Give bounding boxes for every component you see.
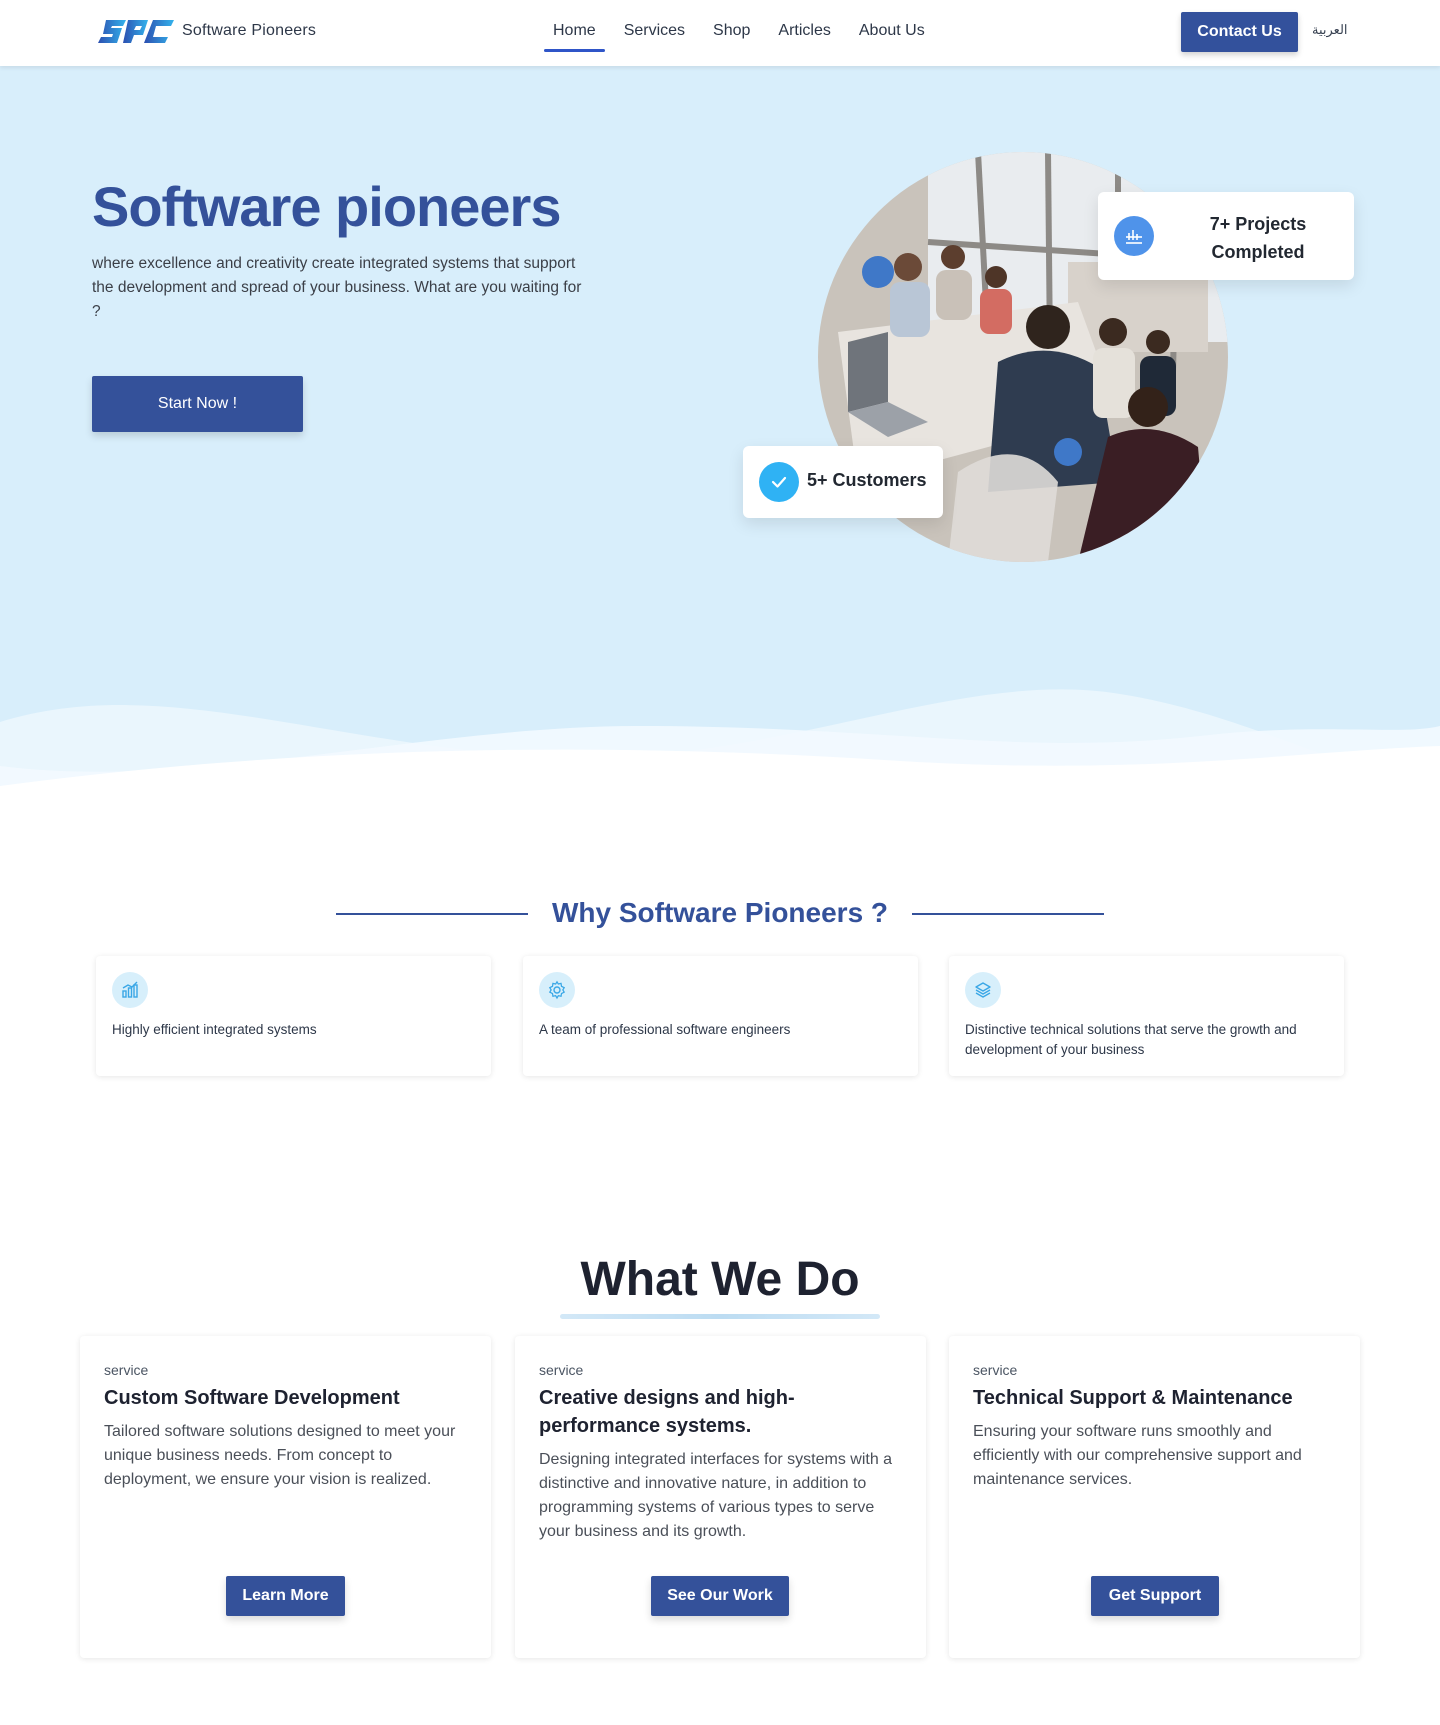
what-we-do-underline bbox=[560, 1314, 880, 1319]
service-card: service Custom Software Development Tail… bbox=[80, 1336, 491, 1658]
get-support-button[interactable]: Get Support bbox=[1091, 1576, 1219, 1616]
main-nav: Home Services Shop Articles About Us bbox=[544, 0, 944, 66]
language-switch-link[interactable]: العربية bbox=[1312, 22, 1348, 38]
service-card: service Creative designs and high-perfor… bbox=[515, 1336, 926, 1658]
what-we-do-title: What We Do bbox=[580, 1253, 860, 1306]
customers-stat-text: 5+ Customers bbox=[807, 470, 927, 490]
projects-stat-card: 7+ Projects Completed bbox=[1098, 192, 1354, 280]
gear-icon bbox=[539, 972, 575, 1008]
customers-stat-card: 5+ Customers bbox=[743, 446, 943, 518]
start-now-button[interactable]: Start Now ! bbox=[92, 376, 303, 432]
feature-card: Highly efficient integrated systems bbox=[96, 956, 491, 1076]
feature-text: A team of professional software engineer… bbox=[539, 1022, 791, 1037]
hero-description: where excellence and creativity create i… bbox=[92, 255, 582, 320]
checkmark-icon bbox=[759, 462, 799, 502]
service-card: service Technical Support & Maintenance … bbox=[949, 1336, 1360, 1658]
layers-icon bbox=[965, 972, 1001, 1008]
why-title-right-rule bbox=[912, 913, 1104, 915]
nav-link-about-us[interactable]: About Us bbox=[850, 0, 934, 52]
service-description: Designing integrated interfaces for syst… bbox=[539, 1451, 893, 1540]
nav-link-articles[interactable]: Articles bbox=[769, 0, 839, 52]
hero-title: Software pioneers bbox=[92, 175, 561, 238]
feature-card: A team of professional software engineer… bbox=[523, 956, 918, 1076]
spc-logo[interactable] bbox=[98, 16, 174, 47]
why-section-title: Why Software Pioneers ? bbox=[551, 897, 889, 928]
hero-wave-divider bbox=[0, 689, 1440, 786]
service-title: Custom Software Development bbox=[104, 1387, 400, 1409]
chart-icon bbox=[112, 972, 148, 1008]
nav-link-shop[interactable]: Shop bbox=[704, 0, 759, 52]
chart-icon bbox=[1114, 216, 1154, 256]
service-kicker: service bbox=[104, 1362, 149, 1378]
brand-name[interactable]: Software Pioneers bbox=[182, 22, 316, 40]
top-navbar: Software Pioneers Home Services Shop Art… bbox=[0, 0, 1440, 66]
learn-more-button[interactable]: Learn More bbox=[226, 1576, 345, 1616]
service-description: Ensuring your software runs smoothly and… bbox=[973, 1423, 1302, 1488]
projects-stat-text: 7+ Projects Completed bbox=[1209, 214, 1307, 262]
contact-us-button[interactable]: Contact Us bbox=[1181, 12, 1298, 52]
service-kicker: service bbox=[539, 1362, 584, 1378]
feature-card: Distinctive technical solutions that ser… bbox=[949, 956, 1344, 1076]
nav-link-services[interactable]: Services bbox=[615, 0, 694, 52]
feature-text: Highly efficient integrated systems bbox=[112, 1022, 317, 1037]
see-our-work-button[interactable]: See Our Work bbox=[651, 1576, 789, 1616]
feature-text: Distinctive technical solutions that ser… bbox=[965, 1022, 1297, 1057]
service-title: Technical Support & Maintenance bbox=[973, 1387, 1293, 1409]
nav-link-home[interactable]: Home bbox=[544, 0, 605, 52]
service-kicker: service bbox=[973, 1362, 1018, 1378]
service-title: Creative designs and high-performance sy… bbox=[539, 1387, 795, 1437]
hero-section: Software pioneers where excellence and c… bbox=[0, 66, 1440, 786]
service-description: Tailored software solutions designed to … bbox=[104, 1423, 456, 1488]
